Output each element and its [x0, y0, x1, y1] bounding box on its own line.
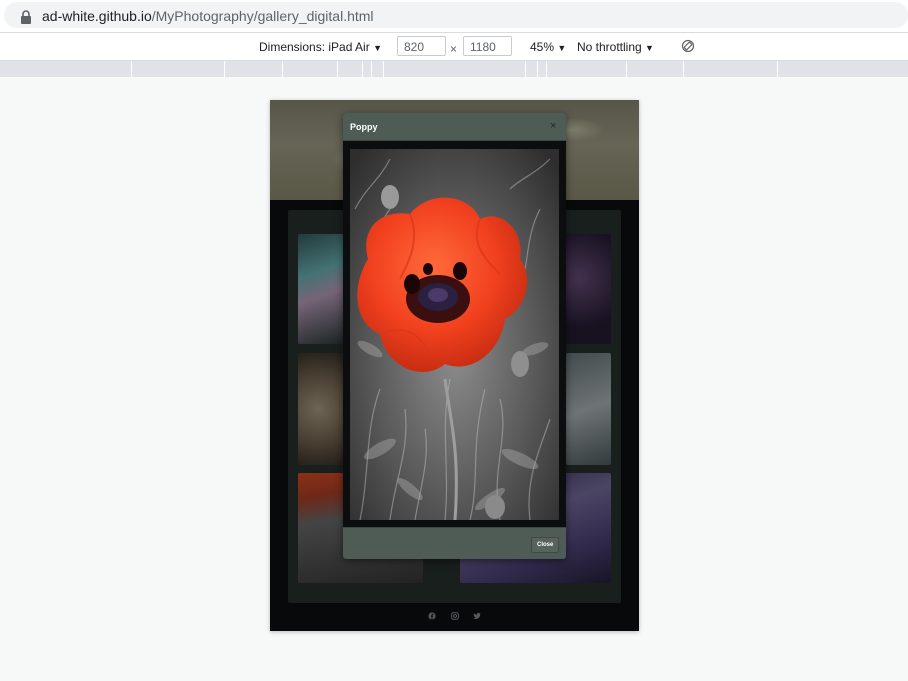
zoom-dropdown[interactable]: 45% ▼ — [530, 40, 566, 54]
mq-tick[interactable] — [371, 61, 372, 77]
modal-footer: Close — [343, 527, 566, 559]
device-viewport: Poppy × Close — [270, 100, 639, 631]
dimensions-label: Dimensions: iPad Air — [259, 40, 370, 54]
url-text[interactable]: ad-white.github.io/MyPhotography/gallery… — [42, 8, 374, 24]
mq-tick[interactable] — [224, 61, 225, 77]
mq-tick[interactable] — [546, 61, 547, 77]
poppy-photo — [350, 149, 559, 520]
mq-tick[interactable] — [362, 61, 363, 77]
address-bar: ad-white.github.io/MyPhotography/gallery… — [0, 0, 908, 32]
mq-tick[interactable] — [383, 61, 384, 77]
url-host: ad-white.github.io — [42, 8, 152, 24]
close-button[interactable]: Close — [531, 537, 560, 553]
mq-tick[interactable] — [337, 61, 338, 77]
height-input[interactable]: 1180 — [463, 36, 512, 56]
omnibox[interactable]: ad-white.github.io/MyPhotography/gallery… — [4, 2, 908, 28]
width-input[interactable]: 820 — [397, 36, 446, 56]
modal-body — [343, 141, 566, 527]
chevron-down-icon: ▼ — [557, 43, 567, 53]
mq-tick[interactable] — [626, 61, 627, 77]
throttling-label: No throttling — [577, 40, 642, 54]
times-sign: × — [450, 42, 458, 56]
close-icon[interactable]: × — [550, 120, 556, 132]
dimensions-dropdown[interactable]: Dimensions: iPad Air ▼ — [259, 40, 382, 54]
mq-tick[interactable] — [537, 61, 538, 77]
zoom-label: 45% — [530, 40, 555, 54]
mq-tick[interactable] — [777, 61, 778, 77]
mq-tick[interactable] — [131, 61, 132, 77]
throttling-dropdown[interactable]: No throttling ▼ — [577, 40, 654, 54]
chevron-down-icon: ▼ — [645, 43, 654, 53]
media-query-ruler[interactable] — [0, 61, 908, 77]
url-path: /MyPhotography/gallery_digital.html — [151, 8, 374, 24]
device-toolbar: Dimensions: iPad Air ▼ 820 × 1180 45% ▼ … — [0, 32, 908, 61]
modal-title: Poppy — [350, 122, 378, 132]
mq-tick[interactable] — [525, 61, 526, 77]
rotate-icon[interactable] — [681, 39, 695, 53]
image-modal: Poppy × Close — [343, 113, 566, 559]
modal-header: Poppy × — [343, 113, 566, 141]
chevron-down-icon: ▼ — [373, 43, 382, 53]
mq-tick[interactable] — [282, 61, 283, 77]
mq-tick[interactable] — [683, 61, 684, 77]
lock-icon[interactable] — [20, 10, 32, 24]
